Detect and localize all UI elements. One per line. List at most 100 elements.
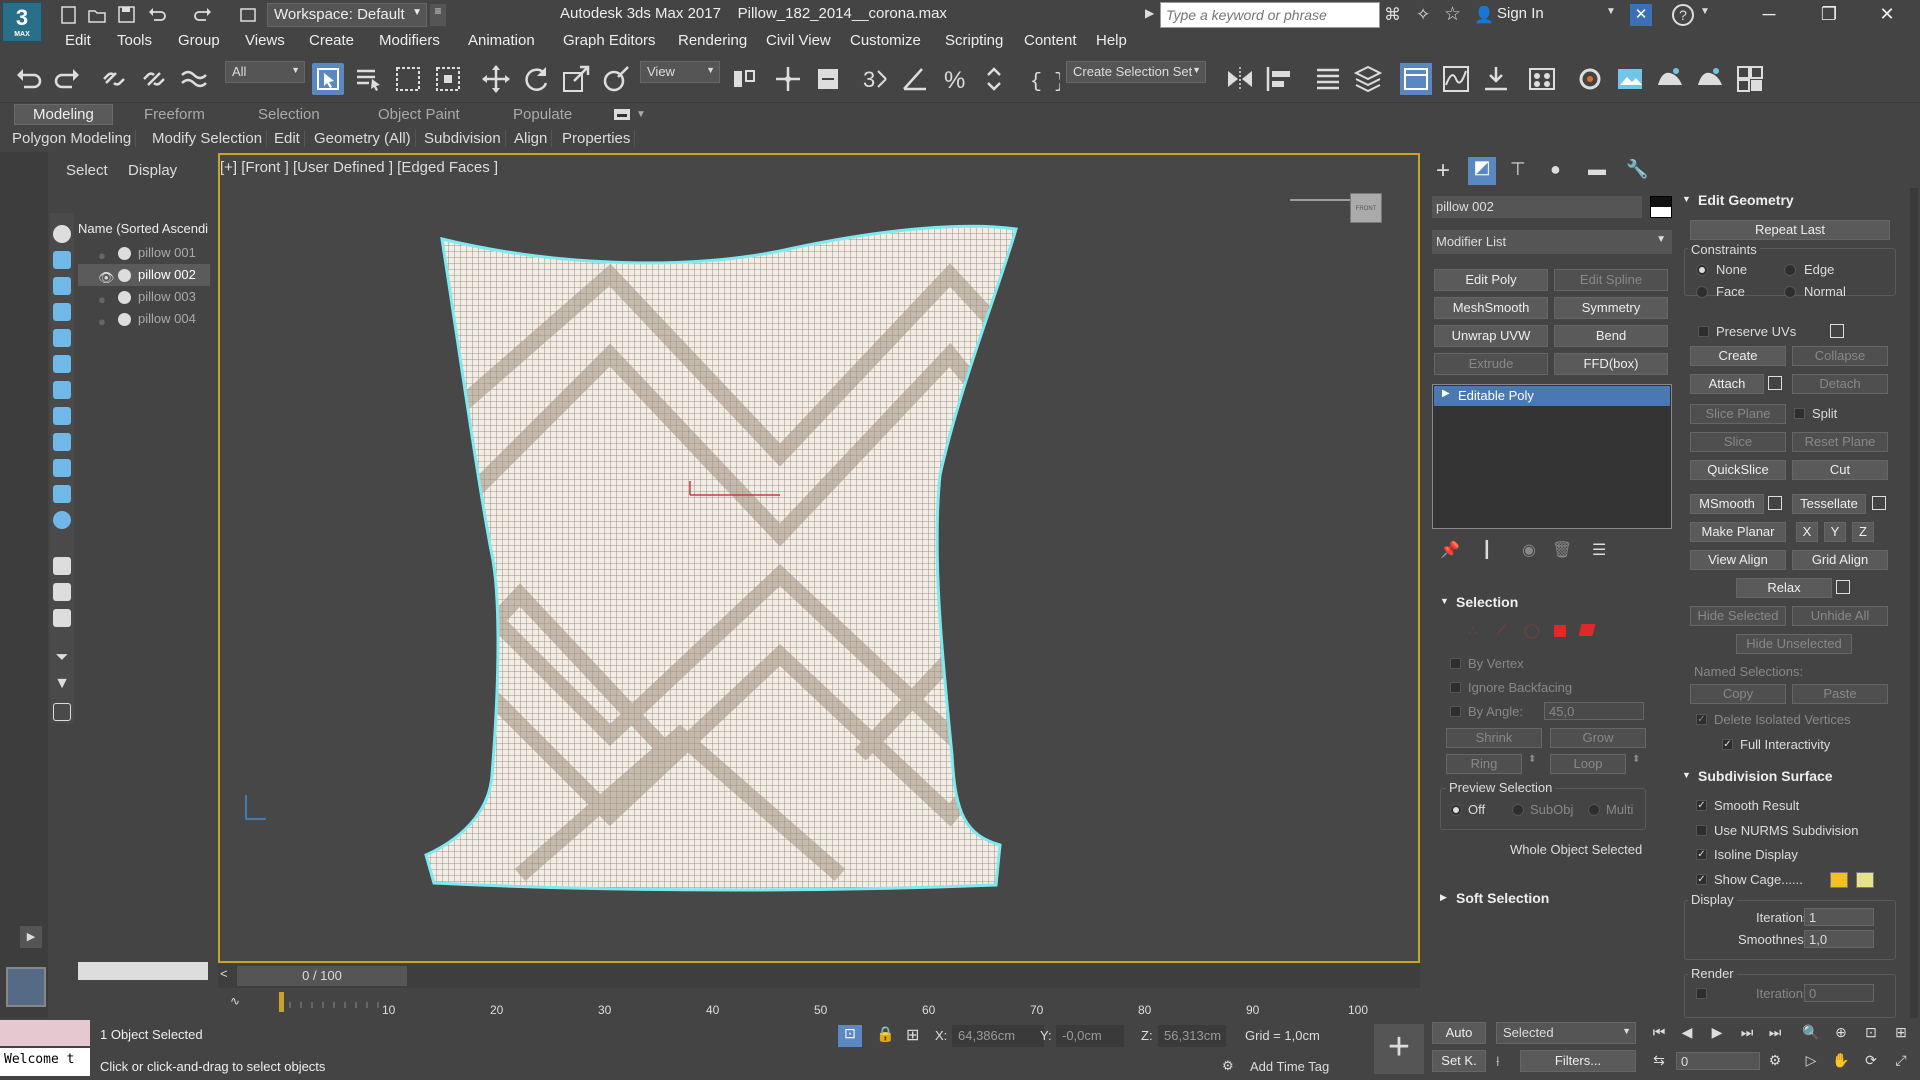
constraint-edge-radio[interactable]	[1784, 264, 1796, 276]
attach-button[interactable]: Attach	[1690, 374, 1764, 394]
pivot-point-center-icon[interactable]	[728, 63, 760, 95]
display-containers-icon[interactable]	[53, 459, 71, 477]
ring-spinner-icon[interactable]: ⬍	[1528, 754, 1536, 765]
edge-mode-icon[interactable]: ⟋	[1496, 622, 1506, 639]
menu-graph-editors[interactable]: Graph Editors	[563, 32, 656, 49]
bind-space-warp-icon[interactable]	[178, 63, 210, 95]
constraint-normal-radio[interactable]	[1784, 286, 1796, 298]
panel-subdivision[interactable]: Subdivision	[420, 130, 506, 147]
display-xrefs-icon[interactable]	[53, 407, 71, 425]
track-bar[interactable]: ∿ 10 20 30 40 50 60 70 80 90 100	[220, 988, 1420, 1018]
panel-polygon-modeling[interactable]: Polygon Modeling	[8, 130, 137, 147]
ring-button[interactable]: Ring	[1446, 754, 1522, 774]
zoom-icon[interactable]: 🔍	[1800, 1024, 1822, 1046]
absolute-mode-icon[interactable]: ⊞	[906, 1025, 919, 1045]
constraint-none-radio[interactable]	[1696, 264, 1708, 276]
tab-freeform[interactable]: Freeform	[144, 106, 205, 123]
smooth-result-checkbox[interactable]: ✓	[1696, 800, 1707, 811]
menu-scripting[interactable]: Scripting	[945, 32, 1003, 49]
smoothness-spinner[interactable]: 1,0	[1804, 930, 1874, 948]
key-mode-icon[interactable]: ⟊	[1496, 1053, 1500, 1070]
favorites-star-icon[interactable]: ☆	[1444, 3, 1461, 26]
menu-civil-view[interactable]: Civil View	[766, 32, 831, 49]
planar-z-button[interactable]: Z	[1852, 522, 1874, 542]
preview-multi-radio[interactable]	[1588, 804, 1600, 816]
invert-display-icon[interactable]	[53, 609, 71, 627]
meshsmooth-button[interactable]: MeshSmooth	[1434, 297, 1548, 319]
detach-button[interactable]: Detach	[1792, 374, 1888, 394]
view-align-button[interactable]: View Align	[1690, 550, 1786, 570]
full-interactivity-checkbox[interactable]: ✓	[1722, 739, 1733, 750]
selection-lock-icon[interactable]: 🔒	[876, 1025, 895, 1043]
menu-views[interactable]: Views	[245, 32, 285, 49]
soft-selection-rollout-header[interactable]: Soft Selection	[1438, 890, 1549, 910]
maxscript-output[interactable]: Welcome t	[0, 1048, 90, 1076]
z-coordinate-field[interactable]: 56,313cm	[1158, 1025, 1226, 1047]
display-lights-icon[interactable]	[53, 277, 71, 295]
select-by-name-icon[interactable]	[352, 63, 384, 95]
named-selection-dropdown[interactable]: Create Selection Set ▼	[1066, 61, 1206, 83]
tab-populate[interactable]: Populate	[513, 106, 572, 123]
isoline-display-checkbox[interactable]: ✓	[1696, 849, 1707, 860]
cage-color-swatch-1[interactable]	[1830, 872, 1848, 888]
menu-rendering[interactable]: Rendering	[678, 32, 747, 49]
select-object-icon[interactable]	[312, 63, 344, 95]
window-crossing-icon[interactable]	[432, 63, 464, 95]
tab-select[interactable]: Select	[66, 162, 108, 179]
select-and-manipulate-icon[interactable]	[772, 63, 804, 95]
render-iterations-checkbox[interactable]	[1696, 988, 1707, 999]
modifier-list-dropdown[interactable]: Modifier List ▼	[1432, 230, 1672, 254]
menu-create[interactable]: Create	[309, 32, 354, 49]
reference-coordinate-dropdown[interactable]: View ▼	[640, 61, 720, 83]
tab-selection[interactable]: Selection	[258, 106, 320, 123]
zoom-extents-icon[interactable]: ⊡	[1860, 1024, 1882, 1046]
object-name-field[interactable]: pillow 002	[1432, 196, 1642, 218]
menu-content[interactable]: Content	[1024, 32, 1077, 49]
panel-modify-selection[interactable]: Modify Selection	[148, 130, 268, 147]
vertex-mode-icon[interactable]: ∴	[1468, 622, 1477, 639]
snaps-toggle-icon[interactable]: 3	[860, 63, 892, 95]
sign-in-dropdown-icon[interactable]: ▼	[1606, 6, 1616, 17]
layer-explorer-icon[interactable]	[1352, 63, 1384, 95]
tessellate-settings-icon[interactable]	[1872, 496, 1886, 510]
copy-button[interactable]: Copy	[1690, 684, 1786, 704]
selection-rollout-header[interactable]: Selection	[1438, 594, 1518, 614]
undo-icon[interactable]	[146, 4, 168, 26]
menu-edit[interactable]: Edit	[65, 32, 91, 49]
tab-modeling[interactable]: Modeling	[14, 104, 113, 125]
ignore-backfacing-checkbox[interactable]	[1450, 682, 1461, 693]
relax-settings-icon[interactable]	[1836, 580, 1850, 594]
keyboard-shortcut-override-icon[interactable]	[812, 63, 844, 95]
zoom-all-icon[interactable]: ⊕	[1830, 1024, 1852, 1046]
hide-selected-button[interactable]: Hide Selected	[1690, 606, 1786, 626]
symmetry-button[interactable]: Symmetry	[1554, 297, 1668, 319]
hierarchy-tab-icon[interactable]: ⊤	[1510, 159, 1526, 180]
grid-align-button[interactable]: Grid Align	[1792, 550, 1888, 570]
find-icon[interactable]	[53, 703, 71, 721]
make-unique-icon[interactable]: ◉	[1522, 540, 1536, 560]
unlink-icon[interactable]	[138, 63, 170, 95]
undo-icon[interactable]	[12, 63, 44, 95]
display-none-icon[interactable]	[53, 583, 71, 601]
panel-geometry-all[interactable]: Geometry (All)	[310, 130, 416, 147]
display-shapes-icon[interactable]	[53, 251, 71, 269]
object-color-swatch[interactable]	[1650, 196, 1672, 218]
set-key-icon[interactable]: +	[1374, 1024, 1424, 1074]
cage-color-swatch-2[interactable]	[1856, 872, 1874, 888]
create-button[interactable]: Create	[1690, 346, 1786, 366]
subdivision-rollout-header[interactable]: Subdivision Surface	[1680, 768, 1833, 788]
display-cameras-icon[interactable]	[53, 303, 71, 321]
time-configuration-icon[interactable]: ⚙	[1764, 1052, 1786, 1074]
display-bones-icon[interactable]	[53, 433, 71, 451]
list-item[interactable]: ● pillow 001	[78, 242, 210, 264]
edit-named-selection-icon[interactable]: { }	[1028, 63, 1060, 95]
display-geometry-icon[interactable]	[53, 225, 71, 243]
redo-icon[interactable]	[192, 4, 214, 26]
edit-geometry-rollout-header[interactable]: Edit Geometry	[1680, 192, 1794, 212]
constraint-face-radio[interactable]	[1696, 286, 1708, 298]
spinner-snap-icon[interactable]	[980, 63, 1012, 95]
mini-curve-editor-icon[interactable]: ∿	[230, 994, 240, 1008]
rotate-icon[interactable]	[520, 63, 552, 95]
percent-snap-icon[interactable]: %	[940, 63, 972, 95]
show-cage-checkbox[interactable]: ✓	[1696, 874, 1707, 885]
